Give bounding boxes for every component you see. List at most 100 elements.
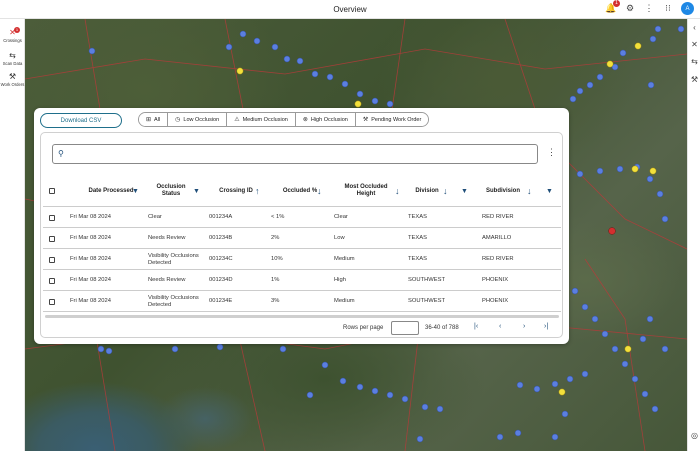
nav-item-work-orders[interactable]: ⚒ Work Orders <box>0 72 25 87</box>
cell-occluded: 2% <box>271 235 280 241</box>
row-checkbox[interactable] <box>49 256 55 263</box>
select-all-checkbox[interactable] <box>49 188 55 194</box>
column-label: Occlusion Status <box>156 184 186 197</box>
cell-height: High <box>334 277 346 283</box>
col-crossing-id[interactable]: Crossing ID <box>211 175 261 207</box>
cell-occluded: < 1% <box>271 214 285 220</box>
cell-status: Visibility Occlusions Detected <box>148 252 199 266</box>
filter-date-icon[interactable]: ▼ <box>129 175 139 207</box>
col-division[interactable]: Division <box>409 175 445 207</box>
filter-low-occlusion[interactable]: ◷ Low Occlusion <box>168 113 228 126</box>
cell-subdivision: AMARILLO <box>482 235 512 241</box>
warning-icon: ⚠ <box>234 117 240 123</box>
nav-badge: 1 <box>14 27 20 33</box>
scan-icon[interactable]: ⇆ <box>688 57 700 66</box>
column-label: Subdivision <box>485 187 520 194</box>
col-occlusion-status[interactable]: Occlusion Status <box>147 175 195 207</box>
sort-desc-icon[interactable]: ↓ <box>527 175 532 207</box>
table-row[interactable]: Fri Mar 08 2024 Needs Review 001234D 1% … <box>43 270 561 291</box>
cell-crossing-id: 001234B <box>209 235 233 241</box>
next-page-icon[interactable]: › <box>523 323 525 330</box>
filter-all[interactable]: ⊞ All <box>139 113 169 126</box>
table-row[interactable]: Fri Mar 08 2024 Needs Review 001234B 2% … <box>43 228 561 249</box>
table-row[interactable]: Fri Mar 08 2024 Clear 001234A < 1% Clear… <box>43 207 561 228</box>
app-root: Overview 🔔 1 ⚙ ⋮ ⁝⁝ A ✕ 1 Crossings ⇆ Scan… <box>0 0 700 451</box>
apps-grid-icon[interactable]: ⁝⁝ <box>662 3 674 15</box>
col-most-occluded-height[interactable]: Most Occluded Height <box>335 175 397 207</box>
sort-asc-icon[interactable]: ↑ <box>255 175 260 207</box>
table-options-icon[interactable]: ⋮ <box>547 147 556 158</box>
rows-per-page-label: Rows per page <box>343 325 384 331</box>
tools-icon: ⚒ <box>8 72 17 81</box>
table-row[interactable]: Fri Mar 08 2024 Visibility Occlusions De… <box>43 291 561 312</box>
all-icon: ⊞ <box>146 117 152 123</box>
cell-status: Visibility Occlusions Detected <box>148 294 199 308</box>
row-checkbox[interactable] <box>49 235 55 242</box>
last-page-icon[interactable]: ›| <box>544 323 548 330</box>
select-all-checkbox-cell <box>49 175 55 207</box>
cell-height: Clear <box>334 214 348 220</box>
cell-occluded: 10% <box>271 256 283 262</box>
first-page-icon[interactable]: |‹ <box>474 323 478 330</box>
pagination-bar: Rows per page 36-40 of 788 |‹ ‹ › ›| <box>41 319 564 339</box>
cell-status: Needs Review <box>148 277 186 283</box>
settings-dial-icon[interactable]: ◎ <box>688 431 700 440</box>
column-label: Most Occluded Height <box>344 184 388 197</box>
kebab-menu-icon[interactable]: ⋮ <box>643 3 655 15</box>
filter-label: Medium Occlusion <box>242 116 288 123</box>
notification-badge: 1 <box>613 0 620 7</box>
rows-per-page-select[interactable] <box>391 321 419 335</box>
occlusion-filter-group: ⊞ All ◷ Low Occlusion ⚠ Medium Occlusion ⊗ H… <box>138 112 430 127</box>
nav-item-label: Scan Data <box>2 61 23 66</box>
filter-label: All <box>154 116 161 123</box>
avatar[interactable]: A <box>681 2 694 15</box>
row-checkbox[interactable] <box>49 277 55 284</box>
column-label: Occluded % <box>282 187 318 194</box>
table-row[interactable]: Fri Mar 08 2024 Visibility Occlusions De… <box>43 249 561 270</box>
cell-division: TEXAS <box>408 235 428 241</box>
filter-label: Low Occlusion <box>183 116 220 123</box>
top-bar-actions: 🔔 1 ⚙ ⋮ ⁝⁝ A <box>605 0 694 15</box>
gear-icon[interactable]: ⚙ <box>624 3 636 15</box>
prev-page-icon[interactable]: ‹ <box>499 323 501 330</box>
column-label: Crossing ID <box>219 187 253 194</box>
search-input[interactable] <box>71 148 531 161</box>
notification-bell-icon[interactable]: 🔔 1 <box>605 0 620 15</box>
cell-subdivision: PHOENIX <box>482 277 509 283</box>
filter-division-icon[interactable]: ▼ <box>461 175 468 207</box>
filter-status-icon[interactable]: ▼ <box>193 175 200 207</box>
sort-desc-icon[interactable]: ↓ <box>443 175 448 207</box>
sort-desc-icon[interactable]: ↓ <box>317 175 322 207</box>
close-icon[interactable]: ✕ <box>688 40 700 49</box>
cell-date: Fri Mar 08 2024 <box>70 214 111 220</box>
cell-division: SOUTHWEST <box>408 298 446 304</box>
filter-high-occlusion[interactable]: ⊗ High Occlusion <box>295 113 356 126</box>
crossings-panel: Download CSV ⊞ All ◷ Low Occlusion ⚠ Medium… <box>34 108 569 344</box>
filter-medium-occlusion[interactable]: ⚠ Medium Occlusion <box>227 113 296 126</box>
download-csv-button[interactable]: Download CSV <box>40 113 122 128</box>
row-checkbox[interactable] <box>49 214 55 221</box>
nav-item-scan-data[interactable]: ⇆ Scan Data <box>0 51 25 66</box>
clock-icon: ◷ <box>175 117 181 123</box>
cell-crossing-id: 001234E <box>209 298 233 304</box>
cell-height: Medium <box>334 256 355 262</box>
row-checkbox[interactable] <box>49 298 55 305</box>
filter-pending-work-order[interactable]: ⚒ Pending Work Order <box>355 113 429 126</box>
col-subdivision[interactable]: Subdivision <box>481 175 525 207</box>
horizontal-scrollbar[interactable] <box>45 315 559 318</box>
circle-x-icon: ⊗ <box>302 117 308 123</box>
filter-label: Pending Work Order <box>371 116 422 123</box>
filter-subdivision-icon[interactable]: ▼ <box>546 175 553 207</box>
filter-label: High Occlusion <box>310 116 348 123</box>
scan-icon: ⇆ <box>9 51 16 60</box>
tools-icon[interactable]: ⚒ <box>688 75 700 84</box>
cell-date: Fri Mar 08 2024 <box>70 277 111 283</box>
nav-item-crossings[interactable]: ✕ 1 Crossings <box>0 27 25 43</box>
cell-status: Needs Review <box>148 235 186 241</box>
search-icon: ⚲ <box>58 149 64 158</box>
sort-desc-icon[interactable]: ↓ <box>395 175 400 207</box>
page-title: Overview <box>333 4 367 14</box>
crossings-table: Date Processed ▼ Occlusion Status ▼ Cros… <box>43 175 561 312</box>
chevron-left-icon[interactable]: ‹ <box>688 23 700 32</box>
cell-height: Medium <box>334 298 355 304</box>
